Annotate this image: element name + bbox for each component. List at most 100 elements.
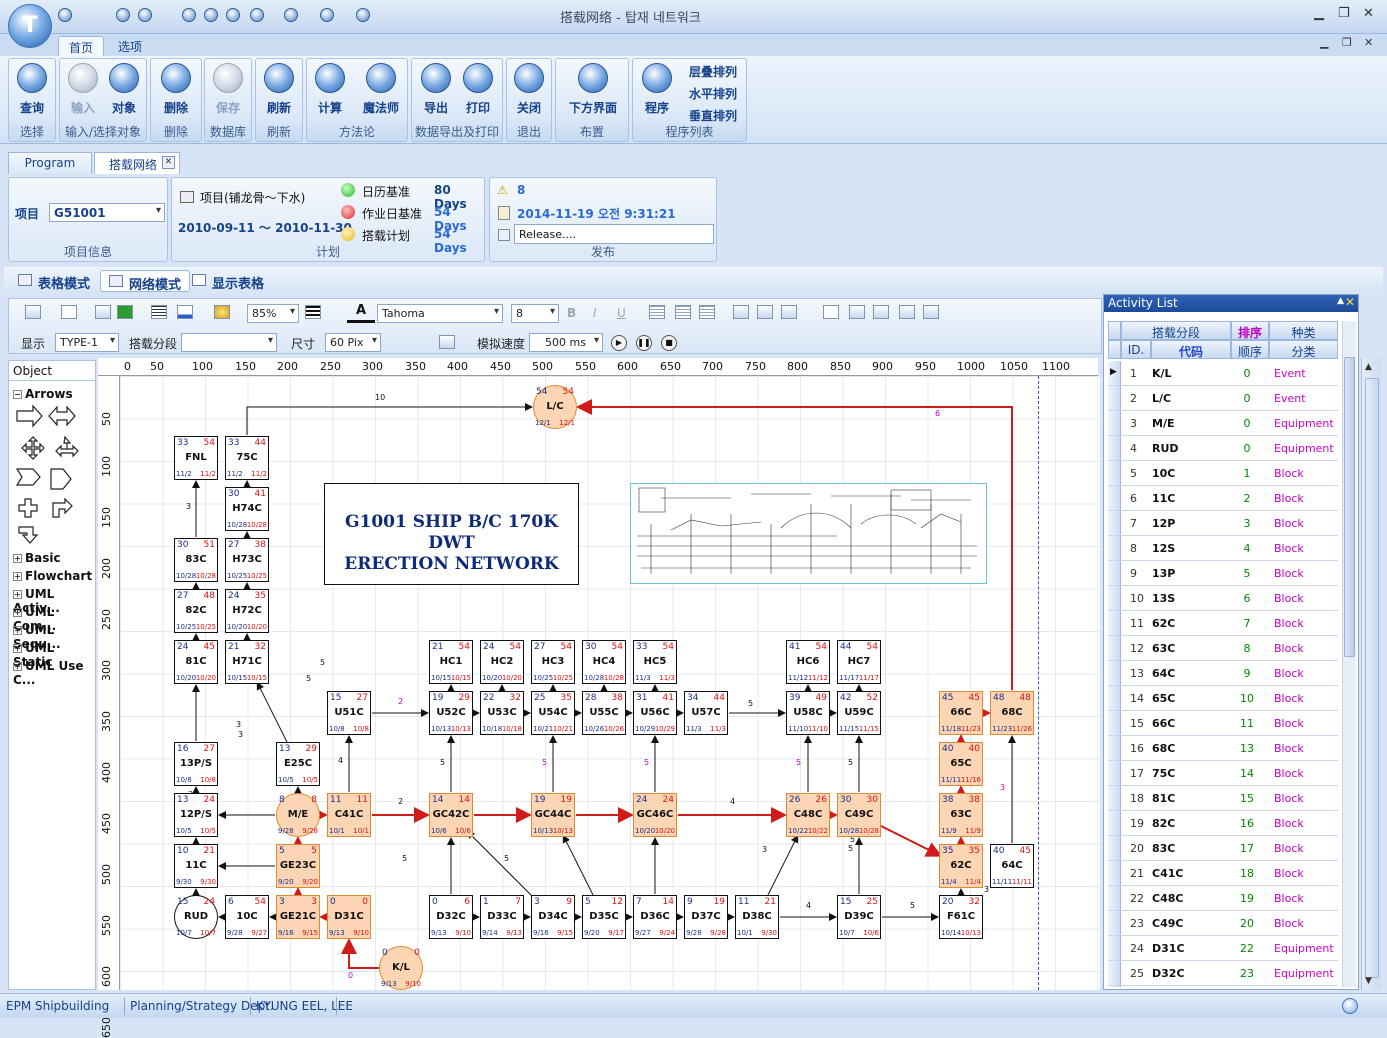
network-node[interactable]: 7 14 D36C 9/27 9/24 bbox=[633, 895, 677, 939]
network-node[interactable]: 21 32 H71C 10/15 10/15 bbox=[225, 640, 269, 684]
fill-icon[interactable] bbox=[25, 305, 41, 319]
section-uml-usecase[interactable]: + UML Use C... bbox=[13, 659, 95, 687]
network-node[interactable]: 24 35 H72C 10/20 10/20 bbox=[225, 589, 269, 633]
network-node[interactable]: 39 49 U58C 11/10 11/10 bbox=[786, 691, 830, 735]
activity-row[interactable]: 4 RUD 0 Equipment bbox=[1108, 436, 1338, 461]
network-node[interactable]: 13 29 E25C 10/5 10/5 bbox=[276, 742, 320, 786]
scroll-thumb[interactable] bbox=[1365, 378, 1379, 978]
display-select[interactable]: TYPE-1 bbox=[55, 333, 119, 352]
activity-row[interactable]: 8 12S 4 Block bbox=[1108, 536, 1338, 561]
valign-bottom-icon[interactable] bbox=[781, 305, 797, 319]
color-icon[interactable] bbox=[117, 305, 133, 319]
network-node[interactable]: 19 19 GC44C 10/13 10/13 bbox=[531, 793, 575, 837]
shapes-icon[interactable] bbox=[214, 305, 230, 319]
show-table-button[interactable]: 显示表格 bbox=[184, 270, 272, 292]
list-scroll-thumb[interactable] bbox=[1344, 357, 1355, 657]
network-node[interactable]: 31 41 U56C 10/29 10/29 bbox=[633, 691, 677, 735]
activity-row[interactable]: 9 13P 5 Block bbox=[1108, 561, 1338, 586]
activity-row[interactable]: 11 62C 7 Block bbox=[1108, 611, 1338, 636]
italic-icon[interactable]: I bbox=[593, 306, 597, 320]
network-node[interactable]: 22 32 U53C 10/18 10/18 bbox=[480, 691, 524, 735]
valign-middle-icon[interactable] bbox=[757, 305, 773, 319]
refresh-button[interactable]: 刷新 bbox=[259, 63, 299, 116]
maximize-icon[interactable]: ❐ bbox=[1338, 6, 1350, 21]
network-node[interactable]: 42 52 U59C 11/15 11/15 bbox=[837, 691, 881, 735]
preview-icon[interactable] bbox=[823, 305, 839, 319]
network-node[interactable]: 27 48 82C 10/25 10/25 bbox=[174, 589, 218, 633]
network-node[interactable]: 0 0 D31C 9/13 9/10 bbox=[327, 895, 371, 939]
horizontal-button[interactable]: 水平排列 bbox=[689, 85, 737, 102]
activity-row[interactable]: 23 C49C 20 Block bbox=[1108, 911, 1338, 936]
activity-row[interactable]: 13 64C 9 Block bbox=[1108, 661, 1338, 686]
tab-home[interactable]: 首页 bbox=[58, 36, 105, 56]
bold-icon[interactable]: B bbox=[567, 306, 576, 320]
mdi-close-icon[interactable]: ✕ bbox=[1364, 36, 1373, 49]
activity-row[interactable]: 22 C48C 19 Block bbox=[1108, 886, 1338, 911]
network-node[interactable]: 11 11 C41C 10/1 10/1 bbox=[327, 793, 371, 837]
network-node[interactable]: 45 45 66C 11/18 11/23 bbox=[939, 691, 983, 735]
network-node[interactable]: 48 48 68C 11/23 11/26 bbox=[990, 691, 1034, 735]
activity-row[interactable]: 5 10C 1 Block bbox=[1108, 461, 1338, 486]
network-node[interactable]: 30 54 HC4 10/28 10/28 bbox=[582, 640, 626, 684]
network-node[interactable]: 15 24 RUD 10/7 10/7 bbox=[174, 895, 218, 939]
network-node[interactable]: 20 32 F61C 10/14 10/13 bbox=[939, 895, 983, 939]
object-button[interactable]: 对象 bbox=[104, 63, 144, 116]
tab-close-icon[interactable]: ✕ bbox=[162, 156, 175, 169]
size-stepper[interactable]: 60 Pix bbox=[325, 333, 381, 352]
mdi-restore-icon[interactable]: ❐ bbox=[1342, 36, 1352, 49]
activity-row[interactable]: 25 D32C 23 Equipment bbox=[1108, 961, 1338, 986]
minimize-icon[interactable]: ▁ bbox=[1314, 6, 1324, 21]
zoom-select[interactable]: 85% bbox=[247, 304, 299, 323]
network-node[interactable]: 6 54 10C 9/28 9/27 bbox=[225, 895, 269, 939]
network-node[interactable]: 24 54 HC2 10/20 10/20 bbox=[480, 640, 524, 684]
network-node[interactable]: 27 54 HC3 10/25 10/25 bbox=[531, 640, 575, 684]
valign-top-icon[interactable] bbox=[733, 305, 749, 319]
quick-access-icon[interactable] bbox=[284, 8, 298, 22]
brush-icon[interactable] bbox=[95, 305, 111, 319]
monitor-icon[interactable] bbox=[439, 335, 455, 349]
activity-row[interactable]: 19 82C 16 Block bbox=[1108, 811, 1338, 836]
network-node[interactable]: 3 9 D34C 9/16 9/15 bbox=[531, 895, 575, 939]
network-node[interactable]: 14 14 GC42C 10/6 10/6 bbox=[429, 793, 473, 837]
image-icon[interactable] bbox=[873, 305, 889, 319]
play-icon[interactable]: ▶ bbox=[611, 335, 627, 351]
network-node[interactable]: 16 27 13P/S 10/8 10/8 bbox=[174, 742, 218, 786]
program-button[interactable]: 程序 bbox=[637, 63, 677, 116]
vertical-button[interactable]: 垂直排列 bbox=[689, 107, 737, 124]
activity-row[interactable]: 17 75C 14 Block bbox=[1108, 761, 1338, 786]
scroll-down-icon[interactable]: ▼ bbox=[1365, 976, 1372, 986]
pin-icon[interactable]: ▲ bbox=[1337, 296, 1344, 306]
list-scrollbar[interactable] bbox=[1342, 321, 1356, 987]
align-center-icon[interactable] bbox=[675, 305, 691, 319]
network-node[interactable]: 41 54 HC6 11/12 11/12 bbox=[786, 640, 830, 684]
project-select[interactable]: G51001 bbox=[49, 203, 165, 222]
quick-access-icon[interactable] bbox=[226, 8, 240, 22]
table-mode-button[interactable]: 表格模式 bbox=[10, 270, 98, 292]
network-node[interactable]: 30 51 83C 10/28 10/28 bbox=[174, 538, 218, 582]
tab-options[interactable]: 选项 bbox=[108, 36, 152, 56]
activity-row[interactable]: 21 C41C 18 Block bbox=[1108, 861, 1338, 886]
activity-row[interactable]: 14 65C 10 Block bbox=[1108, 686, 1338, 711]
activity-row[interactable]: 3 M/E 0 Equipment bbox=[1108, 411, 1338, 436]
activity-row[interactable]: 15 66C 11 Block bbox=[1108, 711, 1338, 736]
network-node[interactable]: 15 25 D39C 10/7 10/6 bbox=[837, 895, 881, 939]
ungroup-icon[interactable] bbox=[923, 305, 939, 319]
canvas-scrollbar[interactable]: ▲ ▼ bbox=[1361, 358, 1381, 990]
section-basic[interactable]: + Basic bbox=[13, 551, 61, 565]
network-node[interactable]: 54 54 L/C 12/1 12/1 bbox=[533, 385, 577, 429]
activity-row[interactable]: 24 D31C 22 Equipment bbox=[1108, 936, 1338, 961]
quick-access-icon[interactable] bbox=[58, 8, 72, 22]
network-node[interactable]: 5 5 GE23C 9/20 9/20 bbox=[276, 844, 320, 888]
activity-row[interactable]: ▶ 1 K/L 0 Event bbox=[1108, 361, 1338, 386]
network-node[interactable]: 21 54 HC1 10/15 10/15 bbox=[429, 640, 473, 684]
wizard-button[interactable]: 魔法师 bbox=[357, 63, 405, 116]
network-node[interactable]: 24 45 81C 10/20 10/20 bbox=[174, 640, 218, 684]
network-mode-button[interactable]: 网络模式 bbox=[100, 270, 191, 293]
network-node[interactable]: 11 21 D38C 10/1 9/30 bbox=[735, 895, 779, 939]
network-node[interactable]: 38 38 63C 11/9 11/9 bbox=[939, 793, 983, 837]
line-weight-icon[interactable] bbox=[305, 305, 321, 319]
tab-program[interactable]: Program bbox=[8, 152, 92, 174]
network-node[interactable]: 25 35 U54C 10/21 10/21 bbox=[531, 691, 575, 735]
network-node[interactable]: 35 35 62C 11/4 11/4 bbox=[939, 844, 983, 888]
network-node[interactable]: 0 0 K/L 9/13 9/10 bbox=[379, 946, 423, 990]
